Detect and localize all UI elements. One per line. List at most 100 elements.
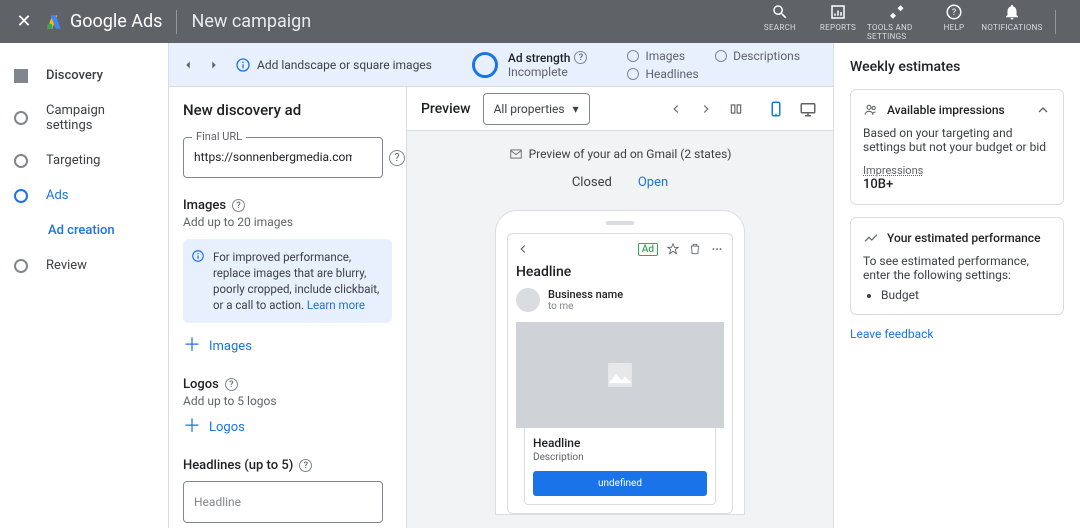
help-icon[interactable]: ? xyxy=(574,51,587,64)
step-circle-icon xyxy=(14,259,28,273)
notifications-tool[interactable]: NOTIFICATIONS xyxy=(983,3,1041,41)
back-icon[interactable] xyxy=(516,242,530,256)
next-hint-icon[interactable] xyxy=(207,58,221,72)
check-circle-icon xyxy=(627,50,639,62)
images-tip: For improved performance, replace images… xyxy=(183,239,392,323)
sidenav-item-ads[interactable]: Ads xyxy=(0,178,168,213)
device-mobile[interactable] xyxy=(765,98,787,120)
image-placeholder xyxy=(516,322,724,428)
sidenav-item-review[interactable]: Review xyxy=(0,248,168,283)
estimates-title: Weekly estimates xyxy=(850,59,1064,75)
discovery-icon xyxy=(14,69,28,83)
delete-icon[interactable] xyxy=(688,242,702,256)
preview-title: Preview xyxy=(421,101,471,117)
reports-tool[interactable]: REPORTS xyxy=(809,3,867,41)
gmail-preview: Ad Headline Business name to me xyxy=(507,233,733,514)
check-circle-icon xyxy=(627,68,639,80)
preview-tabs: Closed Open xyxy=(572,175,668,196)
business-name: Business name xyxy=(548,288,623,301)
tab-closed[interactable]: Closed xyxy=(572,175,612,196)
ad-strength: Ad strength? Incomplete xyxy=(472,51,588,79)
ad-badge: Ad xyxy=(638,243,658,256)
help-tool[interactable]: ?HELP xyxy=(925,3,983,41)
strength-checks: Images Descriptions Headlines xyxy=(627,49,800,81)
avatar xyxy=(516,288,540,312)
form-title: New discovery ad xyxy=(183,101,392,119)
help-icon[interactable]: ? xyxy=(389,150,405,166)
properties-dropdown[interactable]: All properties▾ xyxy=(483,93,590,125)
card-description: Description xyxy=(533,452,707,463)
people-icon xyxy=(863,102,879,118)
learn-more-link[interactable]: Learn more xyxy=(307,298,365,312)
leave-feedback-link[interactable]: Leave feedback xyxy=(850,327,1064,341)
side-nav: Discovery Campaign settings Targeting Ad… xyxy=(0,43,169,528)
sidenav-sub-ad-creation[interactable]: Ad creation xyxy=(0,213,168,248)
form-column: New discovery ad Final URL ? Images? Add… xyxy=(169,87,406,528)
ad-card: Headline Description undefined xyxy=(524,428,716,505)
prev-preview-icon[interactable] xyxy=(669,102,683,116)
logos-sub: Add up to 5 logos xyxy=(183,394,392,408)
prev-hint-icon[interactable] xyxy=(181,58,195,72)
bell-icon xyxy=(1003,3,1021,21)
info-icon xyxy=(191,249,205,263)
available-impressions-panel: Available impressions Based on your targ… xyxy=(850,89,1064,205)
sidenav-heading[interactable]: Discovery xyxy=(0,58,168,93)
panel1-body: Based on your targeting and settings but… xyxy=(863,126,1051,154)
next-preview-icon[interactable] xyxy=(699,102,713,116)
preview-column: Preview All properties▾ Pr xyxy=(406,87,833,528)
plus-icon: ＋ xyxy=(183,337,201,355)
images-sub: Add up to 20 images xyxy=(183,215,392,229)
final-url-field[interactable]: Final URL xyxy=(183,137,383,178)
add-images-button[interactable]: ＋Images xyxy=(183,337,392,355)
preview-note: Preview of your ad on Gmail (2 states) xyxy=(509,147,732,161)
sidenav-item-targeting[interactable]: Targeting xyxy=(0,143,168,178)
top-bar: ✕ Google Ads New campaign SEARCH REPORTS… xyxy=(0,0,1080,43)
split-view-icon[interactable] xyxy=(729,102,743,116)
page-title: New campaign xyxy=(191,11,311,32)
wrench-icon xyxy=(887,3,905,21)
logos-heading: Logos? xyxy=(183,377,392,392)
search-icon xyxy=(771,3,789,21)
add-logos-button[interactable]: ＋Logos xyxy=(183,418,392,436)
chevron-up-icon[interactable] xyxy=(1035,102,1051,118)
cta-button[interactable]: undefined xyxy=(533,471,707,496)
svg-text:?: ? xyxy=(952,8,956,18)
device-desktop[interactable] xyxy=(797,98,819,120)
images-heading: Images? xyxy=(183,198,392,213)
phone-frame: Ad Headline Business name to me xyxy=(495,210,745,515)
help-icon[interactable]: ? xyxy=(299,459,312,472)
headline-input[interactable]: Headline xyxy=(183,481,383,523)
help-icon[interactable]: ? xyxy=(232,199,245,212)
close-icon[interactable]: ✕ xyxy=(10,11,38,32)
sender-row: Business name to me xyxy=(516,288,724,312)
desktop-icon xyxy=(799,100,817,118)
card-headline: Headline xyxy=(533,436,707,450)
hint-message: Add landscape or square images xyxy=(257,58,432,72)
reports-icon xyxy=(829,3,847,21)
headlines-heading: Headlines (up to 5)? xyxy=(183,458,392,473)
bullet-budget: Budget xyxy=(881,288,1051,302)
tab-open[interactable]: Open xyxy=(638,175,668,196)
final-url-label: Final URL xyxy=(192,130,246,143)
preview-toolbar: Preview All properties▾ xyxy=(407,87,833,131)
product-name: Google Ads xyxy=(70,11,162,32)
tools-tool[interactable]: TOOLS AND SETTINGS xyxy=(867,3,925,41)
check-circle-icon xyxy=(715,50,727,62)
preview-body: Preview of your ad on Gmail (2 states) C… xyxy=(407,131,833,528)
sidenav-item-campaign-settings[interactable]: Campaign settings xyxy=(0,93,168,143)
final-url-input[interactable] xyxy=(194,150,352,164)
star-icon[interactable] xyxy=(666,242,680,256)
estimates-column: Weekly estimates Available impressions B… xyxy=(834,43,1080,528)
step-circle-icon xyxy=(14,154,28,168)
mobile-icon xyxy=(767,100,785,118)
more-icon[interactable] xyxy=(710,242,724,256)
divider xyxy=(1055,10,1056,34)
help-icon[interactable]: ? xyxy=(225,378,238,391)
search-tool[interactable]: SEARCH xyxy=(751,3,809,41)
step-circle-icon xyxy=(14,189,28,203)
chevron-down-icon: ▾ xyxy=(573,102,579,116)
image-icon xyxy=(605,360,635,390)
mail-icon xyxy=(509,147,523,161)
plus-icon: ＋ xyxy=(183,418,201,436)
recipient: to me xyxy=(548,301,623,312)
